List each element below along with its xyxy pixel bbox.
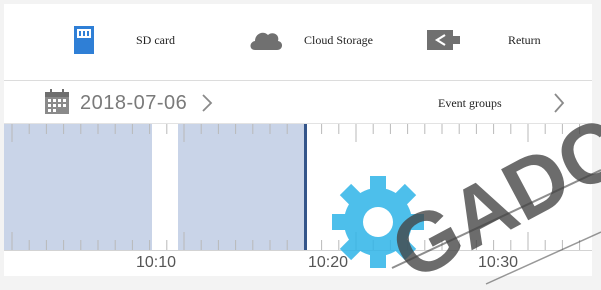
time-axis: 10:10 10:20 10:30: [4, 250, 592, 276]
timeline-track[interactable]: [4, 124, 592, 250]
return-icon: [426, 29, 462, 51]
cloud-icon: [248, 29, 284, 51]
time-label: 10:10: [136, 254, 177, 271]
cloud-storage-label: Cloud Storage: [304, 32, 373, 47]
cloud-storage-button[interactable]: Cloud Storage: [248, 18, 408, 62]
date-next-chevron-icon[interactable]: [200, 94, 214, 112]
top-toolbar: SD card Cloud Storage Return: [4, 4, 592, 81]
timeline-ticks: [11, 124, 581, 250]
time-label: 10:20: [308, 254, 349, 271]
return-label: Return: [508, 32, 541, 47]
sd-card-icon: [72, 25, 96, 55]
date-bar: 2018-07-06 Event groups: [4, 81, 592, 124]
playback-panel: SD card Cloud Storage Return 2018-07-06 …: [4, 4, 592, 276]
selected-date[interactable]: 2018-07-06: [80, 92, 187, 115]
sd-card-label: SD card: [136, 32, 175, 47]
return-button[interactable]: Return: [426, 18, 576, 62]
event-groups-chevron-icon[interactable]: [552, 93, 566, 113]
sd-card-button[interactable]: SD card: [72, 18, 202, 62]
playhead-cursor[interactable]: [304, 124, 307, 250]
event-groups-link[interactable]: Event groups: [438, 96, 502, 111]
time-label: 10:30: [478, 254, 519, 271]
calendar-icon[interactable]: [44, 89, 70, 115]
